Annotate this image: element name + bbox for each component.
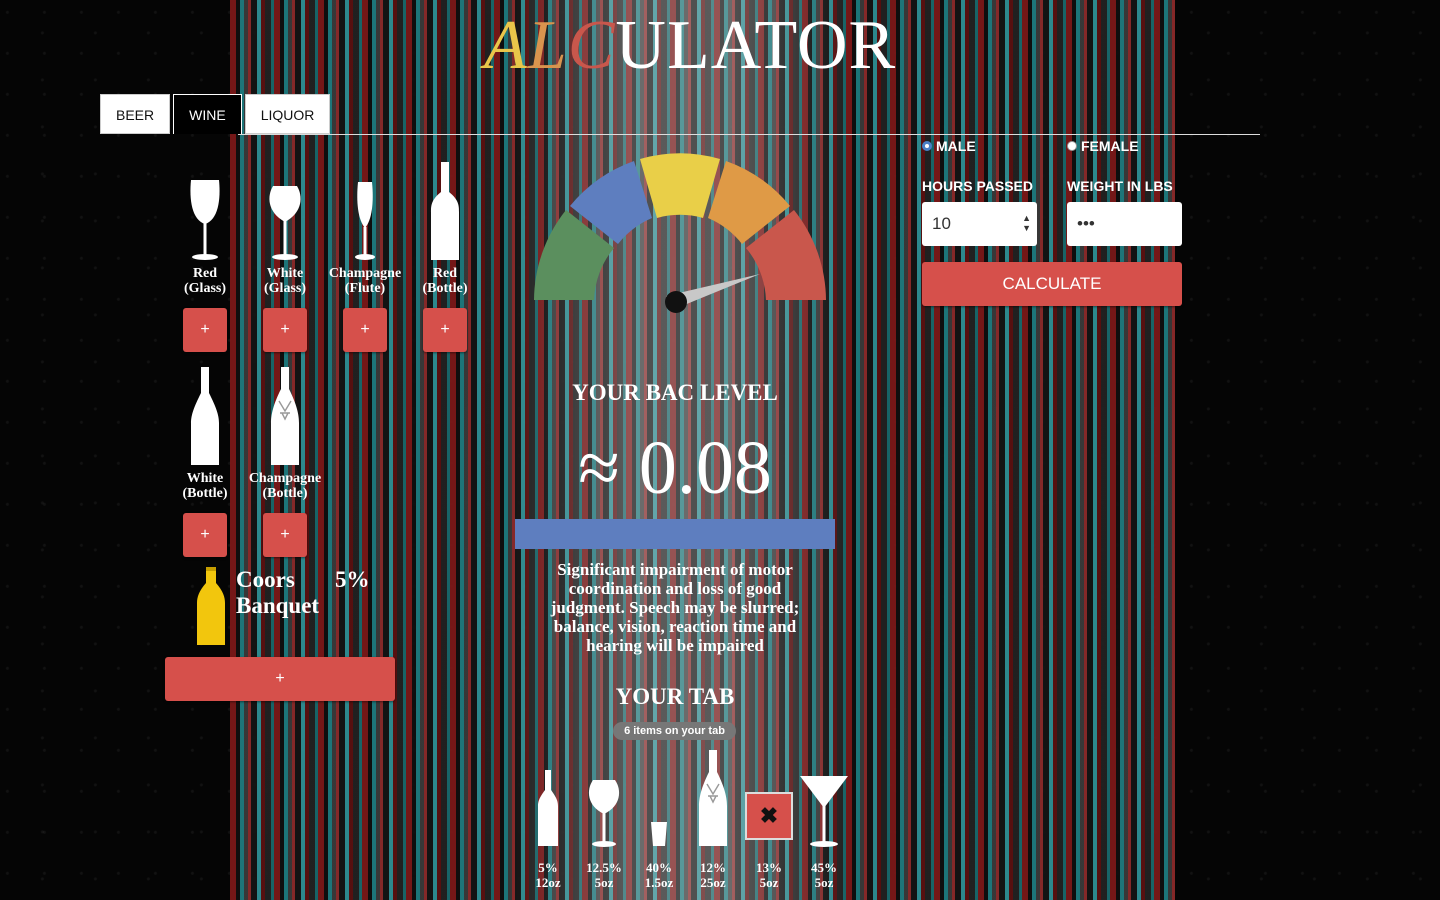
custom-drink-name: Coors Banquet — [236, 567, 320, 618]
tab-item[interactable]: 5% 12oz — [520, 748, 576, 890]
radio-selected-icon — [922, 141, 932, 151]
drink-label-line1: Champagne — [328, 266, 402, 281]
drink-type-tabs: BEER WINE LIQUOR — [100, 94, 331, 134]
hours-value: 10 — [932, 214, 951, 233]
hours-label: HOURS PASSED — [922, 178, 1033, 194]
gender-male-radio[interactable]: MALE — [922, 138, 976, 154]
tab-item-abv: 13% — [756, 860, 782, 875]
weight-value: ••• — [1077, 214, 1095, 233]
champagne-bottle-icon — [685, 748, 741, 848]
add-red-glass-button[interactable]: + — [183, 308, 227, 352]
custom-drink: Coors Banquet 5% — [196, 565, 396, 650]
tab-item[interactable]: 12% 25oz — [685, 748, 741, 890]
drink-champagne-flute: Champagne (Flute) + — [325, 158, 405, 352]
weight-input[interactable]: ••• — [1067, 202, 1182, 246]
hours-input[interactable]: 10 ▲ ▼ — [922, 202, 1037, 246]
drink-white-bottle: White (Bottle) + — [165, 363, 245, 557]
drink-label-line1: Red — [432, 266, 458, 281]
tab-item-size: 25oz — [700, 875, 726, 890]
gauge-arcs — [534, 153, 826, 300]
tab-item-size: 5oz — [814, 875, 834, 890]
drink-label-line2: (Flute) — [344, 281, 386, 296]
your-tab-heading: YOUR TAB — [615, 684, 735, 709]
drink-red-glass: Red (Glass) + — [165, 158, 245, 352]
white-wine-bottle-icon — [165, 363, 245, 467]
tab-item-abv: 12% — [700, 860, 726, 875]
add-white-glass-button[interactable]: + — [263, 308, 307, 352]
tab-item[interactable]: 12.5% 5oz — [576, 748, 632, 890]
tab-item-abv: 5% — [538, 860, 558, 875]
bac-gauge — [534, 153, 826, 313]
female-label: FEMALE — [1081, 138, 1139, 154]
drink-white-glass: White (Glass) + — [245, 158, 325, 352]
tab-item-size: 12oz — [535, 875, 561, 890]
add-red-bottle-button[interactable]: + — [423, 308, 467, 352]
white-wine-glass-icon — [245, 158, 325, 262]
bac-description: Significant impairment of motor coordina… — [550, 560, 800, 655]
drink-red-bottle: Red (Bottle) + — [405, 158, 485, 352]
tab-item-size: 1.5oz — [644, 875, 674, 890]
radio-unselected-icon — [1067, 141, 1077, 151]
tab-count-badge: 6 items on your tab — [613, 722, 736, 740]
tab-item[interactable]: 45% 5oz — [796, 748, 852, 890]
bac-level-bar — [515, 519, 835, 549]
shot-glass-icon — [631, 748, 687, 848]
white-wine-glass-icon — [576, 748, 632, 848]
gauge-segment-yellow — [640, 153, 720, 218]
bac-value: ≈ 0.08 — [578, 426, 772, 510]
tab-item[interactable]: 40% 1.5oz — [631, 748, 687, 890]
wine-bottle-icon — [405, 158, 485, 262]
custom-drink-percent: 5% — [335, 567, 370, 592]
drink-champagne-bottle: Champagne (Bottle) + — [245, 363, 325, 557]
drink-label-line2: (Bottle) — [422, 281, 468, 296]
tab-liquor[interactable]: LIQUOR — [244, 94, 331, 134]
gauge-hub — [665, 291, 687, 313]
add-custom-drink-button[interactable]: + — [165, 657, 395, 701]
beer-bottle-icon — [520, 748, 576, 848]
drink-label-line2: (Bottle) — [262, 486, 308, 501]
drink-label-line1: White — [186, 471, 224, 486]
martini-glass-icon — [796, 748, 852, 848]
stepper-icon[interactable]: ▲ ▼ — [1022, 213, 1031, 233]
tab-item-abv: 40% — [646, 860, 672, 875]
add-champagne-flute-button[interactable]: + — [343, 308, 387, 352]
tab-item-hover[interactable]: ✖ 13% 5oz — [741, 748, 797, 890]
drink-label-line2: (Bottle) — [182, 486, 228, 501]
tab-divider — [238, 134, 1260, 135]
drink-label-line2: (Glass) — [184, 281, 226, 296]
drink-label-line1: Champagne — [248, 471, 322, 486]
tab-wine[interactable]: WINE — [173, 94, 242, 134]
calculate-button[interactable]: CALCULATE — [922, 262, 1182, 306]
champagne-bottle-icon — [245, 363, 325, 467]
gender-female-radio[interactable]: FEMALE — [1067, 138, 1139, 154]
remove-tab-item-button[interactable]: ✖ — [745, 792, 793, 840]
tab-item-abv: 12.5% — [586, 860, 622, 875]
beer-bottle-icon — [197, 567, 225, 645]
add-white-bottle-button[interactable]: + — [183, 513, 227, 557]
tab-beer[interactable]: BEER — [100, 94, 171, 134]
tab-item-abv: 45% — [811, 860, 837, 875]
app-title: ALCULATOR — [484, 7, 897, 84]
male-label: MALE — [936, 138, 976, 154]
tab-item-size: 5oz — [759, 875, 779, 890]
remove-icon: ✖ — [759, 803, 779, 828]
drink-label-line2: (Glass) — [264, 281, 306, 296]
drink-label-line1: Red — [192, 266, 218, 281]
weight-label: WEIGHT IN LBS — [1067, 178, 1173, 194]
tab-item-size: 5oz — [594, 875, 614, 890]
wine-glass-icon — [165, 158, 245, 262]
bac-heading: YOUR BAC LEVEL — [572, 380, 778, 405]
champagne-flute-icon — [325, 158, 405, 262]
add-champagne-bottle-button[interactable]: + — [263, 513, 307, 557]
drink-label-line1: White — [266, 266, 304, 281]
